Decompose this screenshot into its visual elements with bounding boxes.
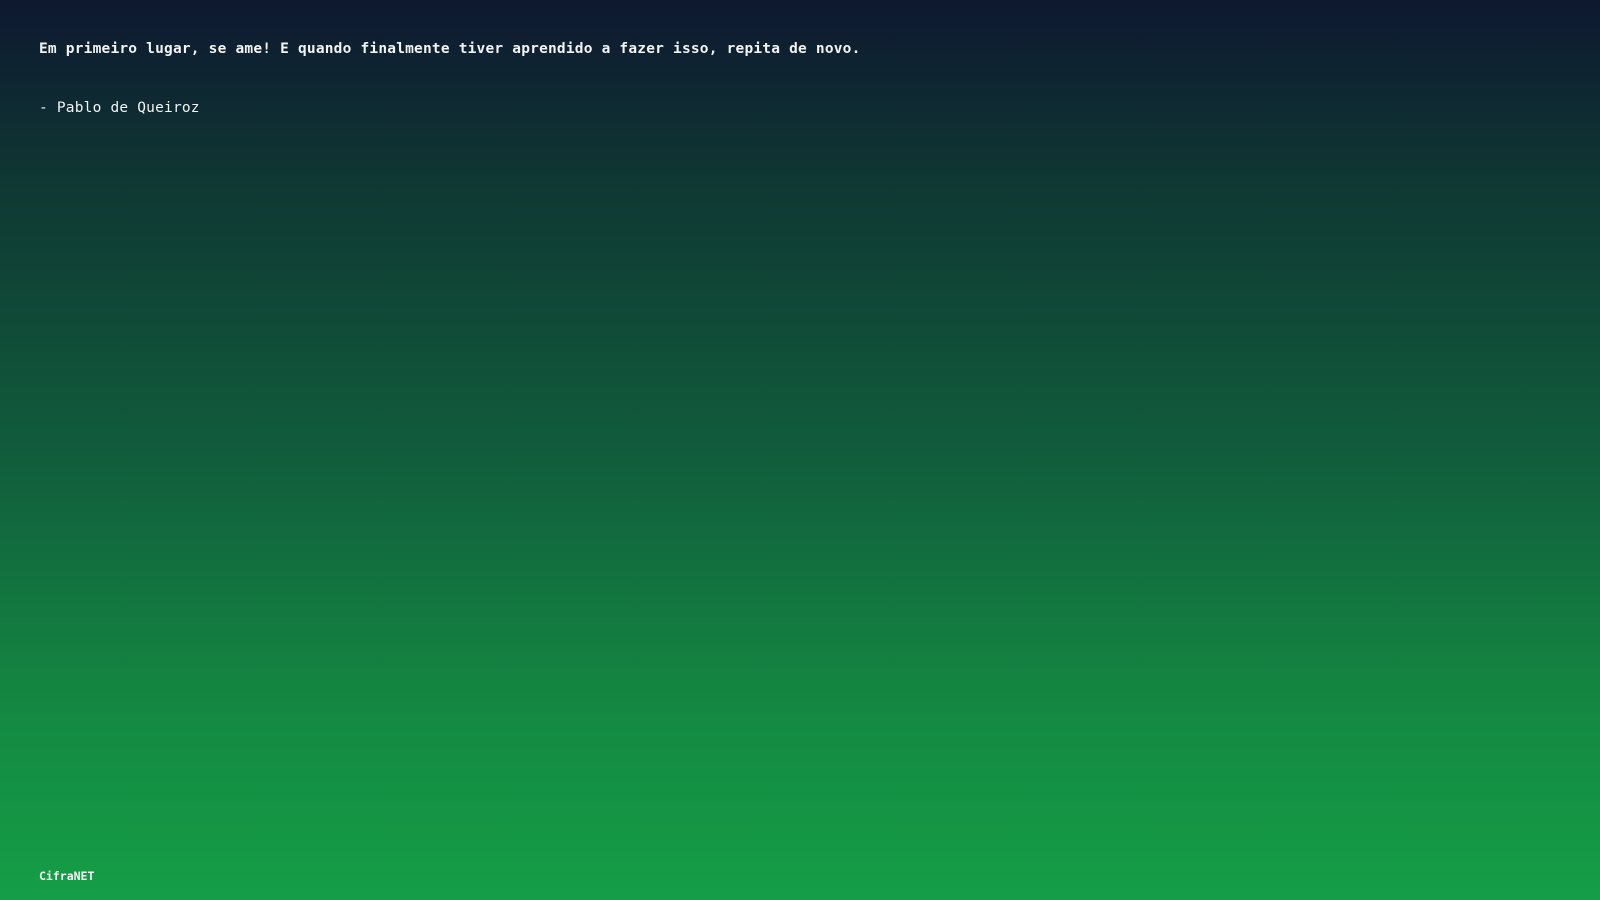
quote-text: Em primeiro lugar, se ame! E quando fina… [39,41,861,57]
quote-author: - Pablo de Queiroz [39,100,200,116]
quote-screen: { "quote": { "text": "Em primeiro lugar,… [0,0,1600,900]
brand-label: CifraNET [39,869,95,883]
